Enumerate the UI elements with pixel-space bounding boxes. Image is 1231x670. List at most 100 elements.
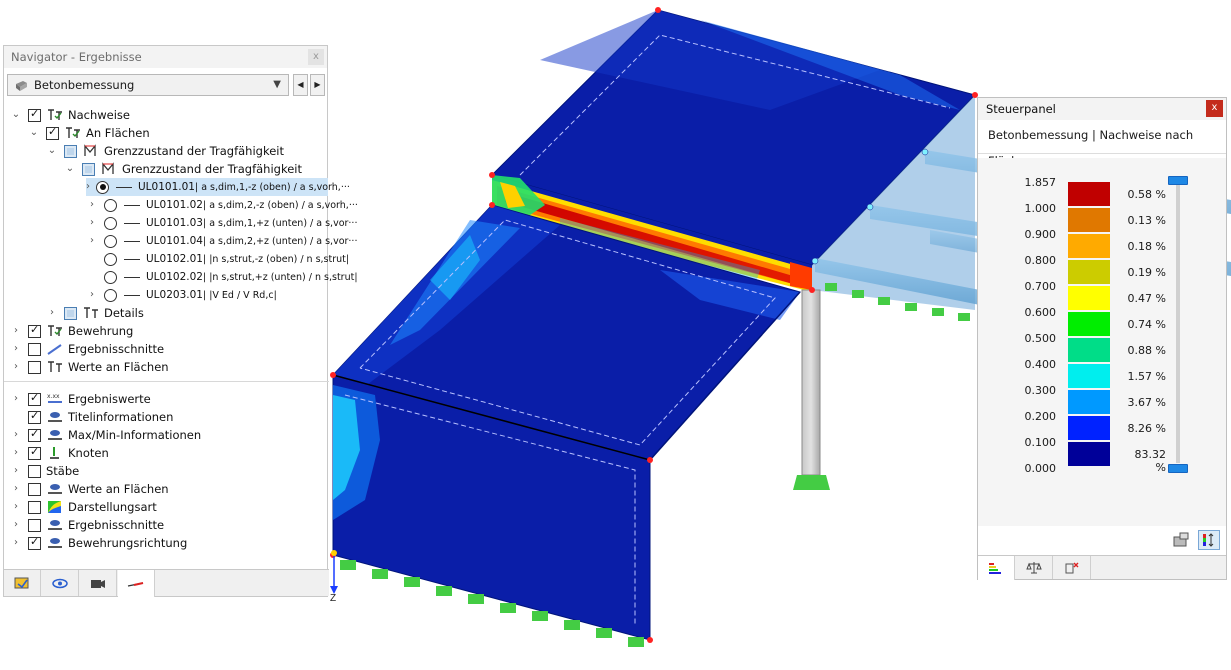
line-style-icon <box>116 186 132 188</box>
legend-value: 0.300 <box>1024 384 1057 397</box>
checkbox[interactable] <box>28 342 41 356</box>
tree-item-grenzzustand-sub[interactable]: ⌄ Grenzzustand der Tragfähigkeit <box>64 160 302 178</box>
display-item[interactable]: › Werte an Flächen <box>10 480 169 498</box>
checkbox[interactable] <box>46 125 59 140</box>
checkbox[interactable] <box>28 323 41 338</box>
tab-results[interactable] <box>118 570 155 597</box>
tree-item-werte-an-flaechen[interactable]: › Werte an Flächen <box>10 358 169 376</box>
expand-icon[interactable]: › <box>10 519 22 531</box>
radio-button[interactable] <box>104 270 117 284</box>
checkbox[interactable] <box>28 482 41 496</box>
expand-icon[interactable]: › <box>86 289 98 301</box>
radio-button[interactable] <box>104 288 117 302</box>
expand-icon[interactable]: › <box>10 429 22 441</box>
radio-button[interactable] <box>104 252 117 266</box>
expand-icon[interactable]: › <box>86 199 98 211</box>
tree-item-ergebnisschnitte[interactable]: › Ergebnisschnitte <box>10 340 164 358</box>
radio-button[interactable] <box>104 234 117 248</box>
radio-button[interactable] <box>96 180 109 194</box>
collapse-icon[interactable]: ⌄ <box>28 127 40 139</box>
tree-item-an-flaechen[interactable]: ⌄ An Flächen <box>28 124 150 142</box>
legend-value: 0.200 <box>1024 410 1057 423</box>
expand-icon[interactable]: › <box>10 393 22 405</box>
radio-button[interactable] <box>104 198 117 212</box>
close-icon[interactable]: x <box>1206 100 1223 117</box>
tree-item-check[interactable]: › UL0101.04 | a s,dim,2,+z (unten) / a s… <box>86 232 357 250</box>
tree-item-check[interactable]: › UL0203.01 | |V Ed / V Rd,c| <box>86 286 277 304</box>
legend-percent: 0.74 % <box>1127 318 1166 331</box>
legend-slider-track[interactable] <box>1176 180 1180 463</box>
tab-color-scale[interactable] <box>978 556 1015 580</box>
expand-icon[interactable]: › <box>86 235 98 247</box>
checkbox[interactable] <box>28 445 41 460</box>
tree-item-nachweise[interactable]: ⌄ Nachweise <box>10 106 130 124</box>
tree-item-bewehrung[interactable]: › Bewehrung <box>10 322 133 340</box>
checkbox[interactable] <box>64 144 77 158</box>
expand-icon[interactable]: › <box>10 483 22 495</box>
radio-button[interactable] <box>104 216 117 230</box>
expand-icon[interactable]: › <box>10 537 22 549</box>
expand-icon[interactable]: › <box>10 447 22 459</box>
module-select[interactable]: Betonbemessung ▼ <box>7 74 289 96</box>
collapse-icon[interactable]: ⌄ <box>64 163 76 175</box>
design-check-icon <box>84 307 98 318</box>
legend-value: 1.857 <box>1024 176 1057 189</box>
display-item[interactable]: › Darstellungsart <box>10 498 157 516</box>
tree-item-check[interactable]: UL0102.01 | |n s,strut,-z (oben) / n s,s… <box>104 250 349 268</box>
legend-slider-min-handle[interactable] <box>1168 464 1188 473</box>
navigator-tabs <box>4 569 329 597</box>
close-icon[interactable]: x <box>308 49 324 65</box>
legend-scale-button[interactable] <box>1198 530 1220 550</box>
tree-item-check[interactable]: › UL0101.02 | a s,dim,2,-z (oben) / a s,… <box>86 196 358 214</box>
checkbox[interactable] <box>28 360 41 374</box>
checkbox[interactable] <box>28 427 41 442</box>
collapse-icon[interactable]: ⌄ <box>10 109 22 121</box>
tree-item-grenzzustand[interactable]: ⌄ Grenzzustand der Tragfähigkeit <box>46 142 284 160</box>
checkbox[interactable] <box>28 535 41 550</box>
color-legend: 1.857 0.58 % 1.000 0.13 % 0.900 0.18 % 0.800 0.… <box>978 158 1226 526</box>
legend-settings-button[interactable] <box>1170 530 1192 550</box>
checkbox[interactable] <box>28 500 41 514</box>
tree-item-check[interactable]: › UL0101.03 | a s,dim,1,+z (unten) / a s… <box>86 214 357 232</box>
tree-item-check[interactable]: UL0102.02 | |n s,strut,+z (unten) / n s,… <box>104 268 358 286</box>
expand-icon[interactable]: › <box>10 325 22 337</box>
expand-icon[interactable]: › <box>10 465 22 477</box>
line-style-icon <box>124 276 140 278</box>
control-panel-title-bar: Steuerpanel x <box>978 98 1226 120</box>
checkbox[interactable] <box>28 391 41 406</box>
expand-icon[interactable]: › <box>86 217 98 229</box>
expand-icon[interactable]: › <box>10 361 22 373</box>
checkbox[interactable] <box>82 162 95 176</box>
tab-filter[interactable] <box>1054 556 1091 579</box>
module-select-value: Betonbemessung <box>34 78 135 92</box>
display-item[interactable]: › Bewehrungsrichtung <box>10 534 187 552</box>
display-item[interactable]: › Knoten <box>10 444 109 462</box>
tab-data[interactable] <box>4 570 41 596</box>
color-scale-icon <box>989 563 1001 574</box>
checkbox[interactable] <box>28 464 41 478</box>
legend-slider-max-handle[interactable] <box>1168 176 1188 185</box>
tree-item-check[interactable]: › UL0101.01 | a s,dim,1,-z (oben) / a s,… <box>86 178 350 196</box>
tab-factors[interactable] <box>1016 556 1053 579</box>
scroll-right-button[interactable]: ▶ <box>310 74 325 96</box>
expand-icon[interactable]: › <box>86 181 90 193</box>
tab-display[interactable] <box>42 570 79 596</box>
checkbox[interactable] <box>64 306 77 320</box>
checkbox[interactable] <box>28 107 41 122</box>
collapse-icon[interactable]: ⌄ <box>46 145 58 157</box>
expand-icon[interactable]: › <box>10 343 22 355</box>
display-item[interactable]: Titelinformationen <box>10 408 173 426</box>
tab-views[interactable] <box>80 570 117 596</box>
display-item[interactable]: › x.xx Ergebniswerte <box>10 390 151 408</box>
checkbox[interactable] <box>28 518 41 532</box>
expand-icon[interactable]: › <box>46 307 58 319</box>
checkbox[interactable] <box>28 409 41 424</box>
display-item[interactable]: › Ergebnisschnitte <box>10 516 164 534</box>
display-item[interactable]: › Stäbe <box>10 462 79 480</box>
display-item[interactable]: › Max/Min-Informationen <box>10 426 201 444</box>
filter-icon <box>1065 562 1079 573</box>
scroll-left-button[interactable]: ◀ <box>293 74 308 96</box>
results-icon <box>127 582 144 587</box>
tree-item-details[interactable]: › Details <box>46 304 144 322</box>
expand-icon[interactable]: › <box>10 501 22 513</box>
